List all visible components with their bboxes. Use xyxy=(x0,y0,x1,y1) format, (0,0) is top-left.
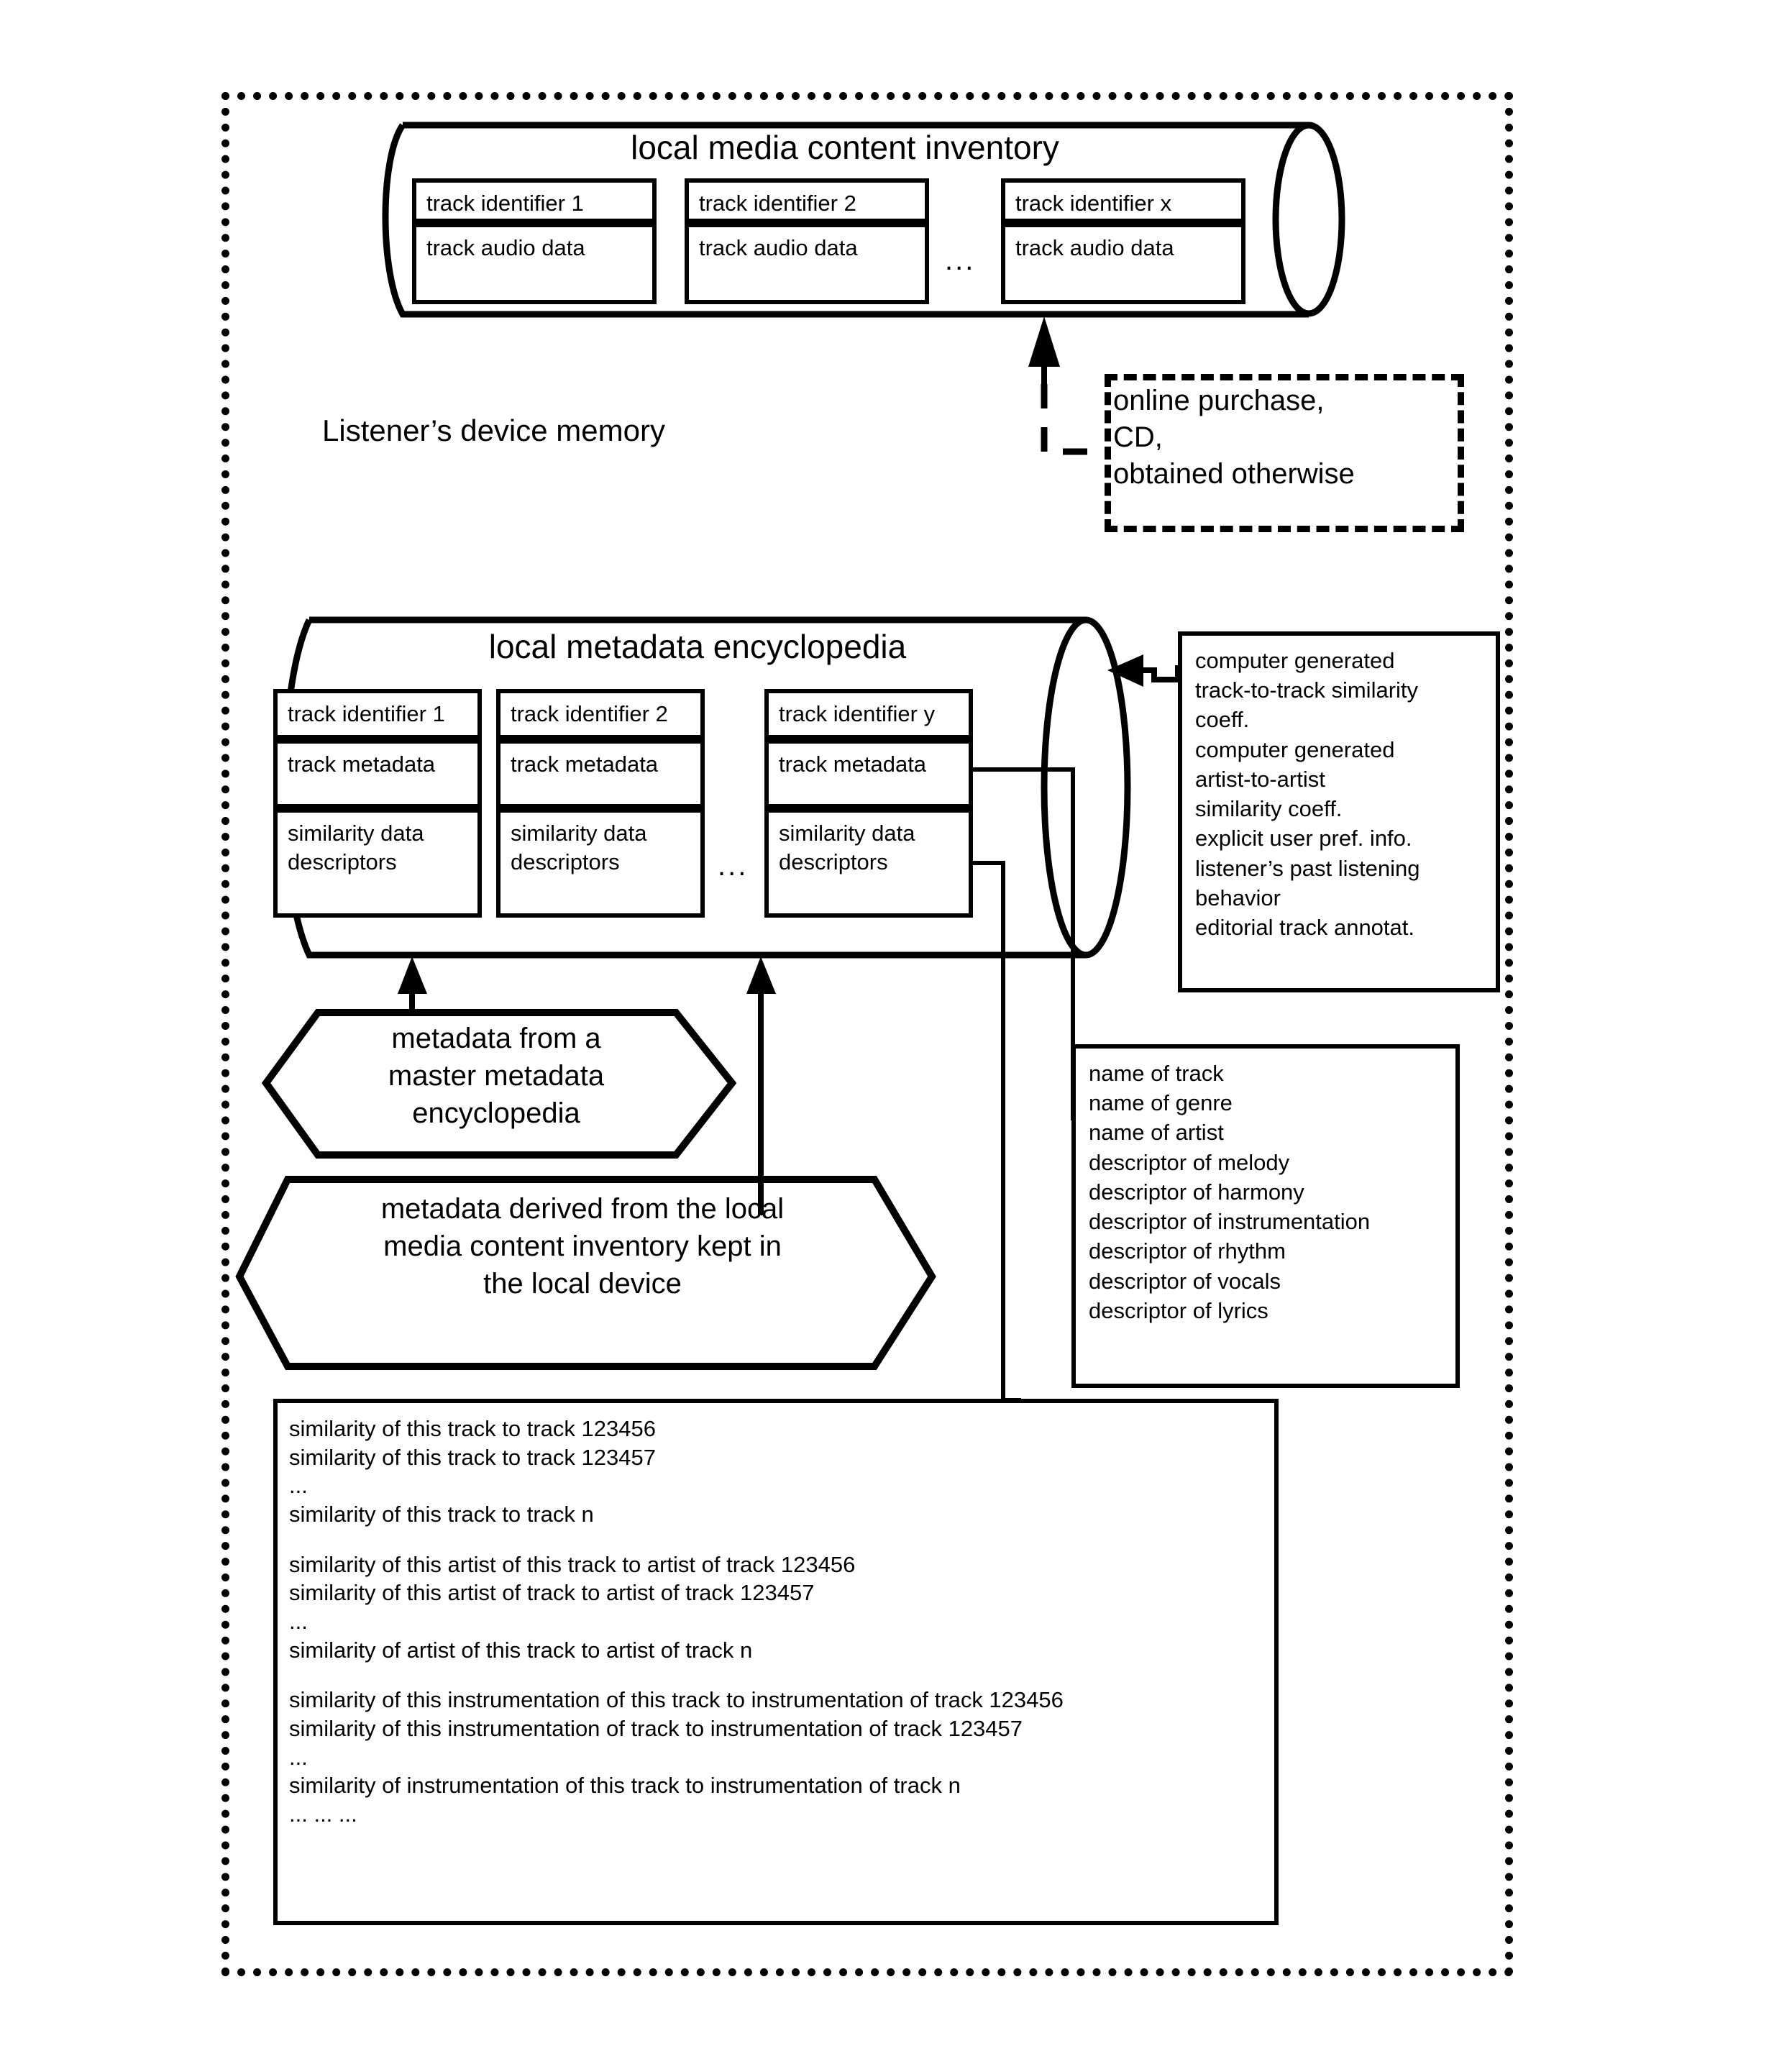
similarity-descriptor-line-13: ... ... ... xyxy=(289,1801,357,1827)
similarity-descriptor-line-4: similarity of this track to track n xyxy=(289,1502,594,1527)
similarity-descriptor-line-8: similarity of artist of this track to ar… xyxy=(289,1637,753,1663)
track-metadata-line-5: descriptor of harmony xyxy=(1089,1179,1304,1205)
similarity-descriptor-line-3: ... xyxy=(289,1473,308,1499)
track-metadata-line-9: descriptor of lyrics xyxy=(1089,1297,1268,1323)
track-metadata-line-2: name of genre xyxy=(1089,1090,1233,1116)
track-metadata-line-7: descriptor of rhythm xyxy=(1089,1238,1286,1264)
similarity-descriptor-line-11: ... xyxy=(289,1744,308,1770)
derived-metadata-callout-text: metadata derived from the local media co… xyxy=(266,1190,899,1302)
track-metadata-detail-box: name of track name of genre name of arti… xyxy=(1071,1044,1460,1388)
similarity-descriptor-line-7: ... xyxy=(289,1609,308,1635)
similarity-descriptor-line-6: similarity of this artist of track to ar… xyxy=(289,1580,815,1606)
track-metadata-line-4: descriptor of melody xyxy=(1089,1149,1290,1175)
similarity-descriptors-list: similarity of this track to track 123456… xyxy=(278,1403,1274,1836)
similarity-descriptor-line-9: similarity of this instrumentation of th… xyxy=(289,1687,1064,1713)
similarity-descriptor-line-1: similarity of this track to track 123456 xyxy=(289,1416,656,1441)
similarity-descriptor-spacer-1 xyxy=(289,1529,1266,1550)
similarity-descriptor-line-5: similarity of this artist of this track … xyxy=(289,1551,856,1577)
track-metadata-line-1: name of track xyxy=(1089,1061,1224,1086)
track-metadata-detail-list: name of track name of genre name of arti… xyxy=(1076,1049,1455,1333)
similarity-descriptor-line-12: similarity of instrumentation of this tr… xyxy=(289,1773,961,1799)
similarity-descriptor-line-10: similarity of this instrumentation of tr… xyxy=(289,1716,1023,1742)
derived-metadata-callout-line-1: metadata derived from the local xyxy=(380,1193,785,1225)
track-metadata-line-3: name of artist xyxy=(1089,1120,1224,1146)
similarity-descriptor-spacer-2 xyxy=(289,1664,1266,1686)
derived-metadata-callout-line-2: media content inventory kept in xyxy=(383,1230,782,1262)
track-metadata-line-6: descriptor of instrumentation xyxy=(1089,1209,1371,1235)
similarity-descriptor-line-2: similarity of this track to track 123457 xyxy=(289,1444,656,1470)
diagram-canvas: local media content inventory track iden… xyxy=(0,0,1792,2069)
track-metadata-line-8: descriptor of vocals xyxy=(1089,1268,1281,1294)
similarity-descriptors-detail-box: similarity of this track to track 123456… xyxy=(273,1399,1279,1925)
derived-metadata-callout-line-3: the local device xyxy=(483,1268,682,1300)
